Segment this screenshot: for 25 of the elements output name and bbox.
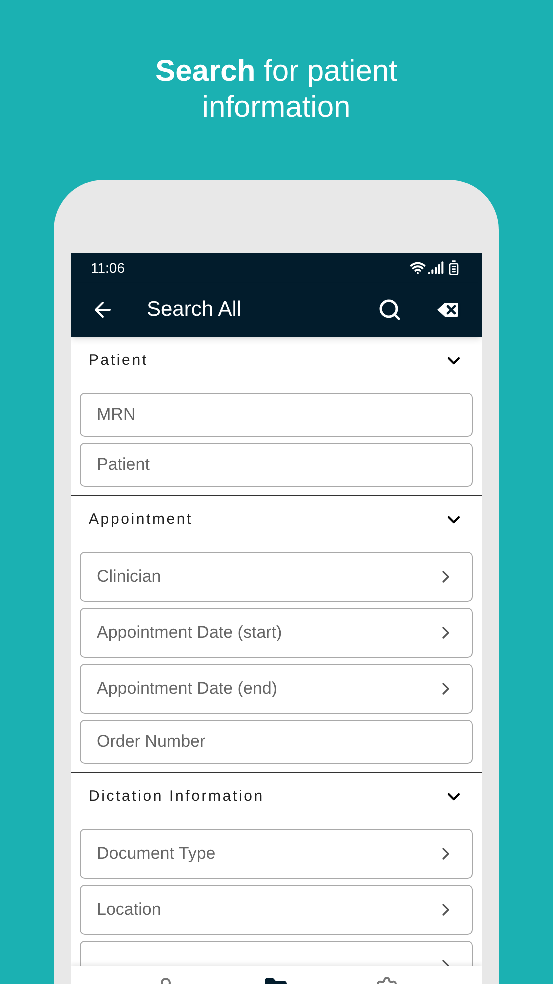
section-header[interactable]: Appointment <box>80 496 473 544</box>
field-placeholder: Document Type <box>97 843 216 866</box>
section-title: Patient <box>89 350 148 371</box>
field-placeholder: Appointment Date (start) <box>97 622 282 644</box>
status-time: 11:06 <box>91 258 125 278</box>
section-header[interactable]: Patient <box>80 337 473 385</box>
app-bar-title: Search All <box>147 297 243 324</box>
picker-field[interactable]: Location <box>80 885 473 935</box>
input-field[interactable]: Patient <box>80 443 473 487</box>
section-title: Dictation Information <box>89 786 264 807</box>
wifi-icon <box>410 260 426 276</box>
field-placeholder: Clinician <box>97 566 162 588</box>
section-title: Appointment <box>89 510 194 530</box>
signal-icon <box>428 260 444 276</box>
search-icon[interactable] <box>378 298 402 322</box>
picker-field[interactable]: Appointment Date (start) <box>80 608 473 658</box>
picker-field[interactable]: Clinician <box>80 552 473 602</box>
headline: Search for patient information <box>154 54 398 126</box>
picker-field[interactable]: Document Type <box>80 829 473 879</box>
input-field[interactable]: Order Number <box>80 720 473 764</box>
field-placeholder: Appointment Date (end) <box>97 678 278 700</box>
section-header[interactable]: Dictation Information <box>80 773 473 821</box>
input-field[interactable]: MRN <box>80 393 473 437</box>
picker-field[interactable]: Appointment Date (end) <box>80 664 473 714</box>
field-placeholder: Location <box>97 899 162 922</box>
